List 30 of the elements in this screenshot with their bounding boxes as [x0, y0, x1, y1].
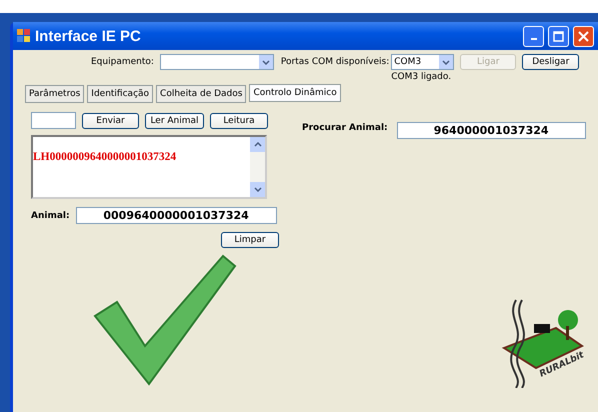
- log-line: LH0000009640000001037324: [33, 151, 178, 163]
- maximize-icon: [553, 30, 564, 42]
- search-animal-label: Procurar Animal:: [302, 122, 388, 132]
- animal-label: Animal:: [31, 210, 70, 220]
- read-animal-button[interactable]: Ler Animal: [145, 112, 204, 128]
- tab[interactable]: Parâmetros: [25, 85, 84, 103]
- command-input[interactable]: [31, 112, 76, 129]
- tab[interactable]: Identificação: [87, 85, 154, 103]
- app-icon: [17, 29, 31, 43]
- reading-button[interactable]: Leitura: [210, 112, 268, 128]
- window-title: Interface IE PC: [35, 28, 142, 44]
- clear-button[interactable]: Limpar: [221, 232, 279, 248]
- port-status: COM3 ligado.: [391, 72, 452, 82]
- animal-field[interactable]: 0009640000001037324: [76, 207, 277, 224]
- maximize-button[interactable]: [548, 26, 569, 46]
- equipment-dropdown[interactable]: [160, 54, 274, 70]
- log-textarea[interactable]: LH0000009640000001037324: [31, 135, 267, 199]
- equipment-label: Equipamento:: [91, 57, 154, 67]
- tab[interactable]: Controlo Dinâmico: [249, 84, 341, 102]
- close-button[interactable]: [573, 26, 594, 46]
- search-animal-field[interactable]: 964000001037324: [396, 122, 586, 139]
- ports-label: Portas COM disponíveis:: [280, 57, 390, 67]
- scrollbar[interactable]: [250, 137, 265, 197]
- tab[interactable]: Colheita de Dados: [156, 85, 246, 103]
- port-dropdown[interactable]: COM3: [391, 54, 454, 70]
- minimize-button[interactable]: [523, 26, 544, 46]
- send-button[interactable]: Enviar: [82, 112, 139, 128]
- close-icon: [578, 30, 589, 42]
- disconnect-button[interactable]: Desligar: [522, 54, 580, 70]
- checkmark-icon: [93, 254, 237, 386]
